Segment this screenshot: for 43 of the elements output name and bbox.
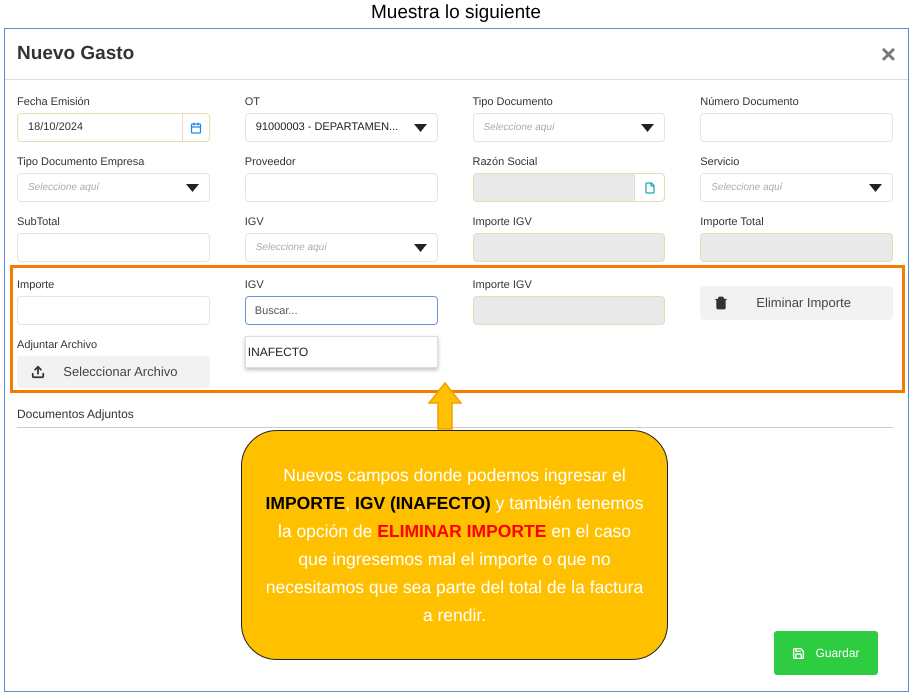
field-label: SubTotal xyxy=(17,215,61,230)
field-label: Número Documento xyxy=(700,95,800,110)
caret-icon xyxy=(414,124,426,132)
field-label: Importe Total xyxy=(700,215,765,230)
select-field[interactable]: Seleccione aquí xyxy=(17,173,210,202)
text-field[interactable] xyxy=(17,296,210,325)
field-label: IGV xyxy=(244,215,265,230)
caret-icon xyxy=(641,124,654,132)
select-field[interactable]: Seleccione aquí xyxy=(472,113,666,142)
field-label: Tipo Documento xyxy=(472,95,554,110)
text-field[interactable] xyxy=(700,113,893,142)
caret-icon xyxy=(186,184,199,192)
caret-icon xyxy=(869,184,882,192)
trash-icon xyxy=(714,296,728,310)
caret-icon xyxy=(414,244,426,252)
field-label: Razón Social xyxy=(472,155,538,170)
search-field[interactable]: Buscar... xyxy=(244,296,438,325)
field-label: OT xyxy=(244,95,262,110)
field-label: Fecha Emisión xyxy=(17,95,91,110)
select-field[interactable]: 91000003 - DEPARTAMEN... xyxy=(244,113,438,142)
caption: Muestra lo siguiente xyxy=(370,1,542,25)
dialog-title: Nuevo Gasto xyxy=(17,42,134,66)
field-label: Importe IGV xyxy=(472,278,533,293)
dropdown-option[interactable]: INAFECTO xyxy=(246,344,436,360)
field-label: Importe IGV xyxy=(472,215,533,230)
file-icon[interactable] xyxy=(634,174,664,201)
upload-icon xyxy=(31,365,45,379)
field-label: Adjuntar Archivo xyxy=(17,338,98,353)
select-field[interactable]: Seleccione aquí xyxy=(700,173,893,202)
field-label: Servicio xyxy=(700,155,740,170)
delete-button[interactable]: Eliminar Importe xyxy=(700,286,893,320)
field-label: Proveedor xyxy=(244,155,297,170)
close-button[interactable]: × xyxy=(880,41,896,67)
field-label: IGV xyxy=(244,278,265,293)
save-icon xyxy=(792,646,806,660)
text-field[interactable] xyxy=(244,173,438,202)
field-label: Tipo Documento Empresa xyxy=(17,155,146,170)
select-file-button[interactable]: Seleccionar Archivo xyxy=(17,356,210,388)
callout-text: Nuevos campos donde podemos ingresar el IMPORTE, IGV (INAFECTO) y también tenemos la opción de ELIMINAR IMPORTE en el caso que ingresemos mal el importe o que no necesitamos que sea parte del total de la factura a rendir. xyxy=(264,464,644,627)
date-field[interactable]: 18/10/2024 xyxy=(17,113,210,142)
field-label: Importe xyxy=(17,278,56,293)
text-field[interactable] xyxy=(17,233,210,262)
select-field[interactable]: Seleccione aquí xyxy=(244,233,438,262)
